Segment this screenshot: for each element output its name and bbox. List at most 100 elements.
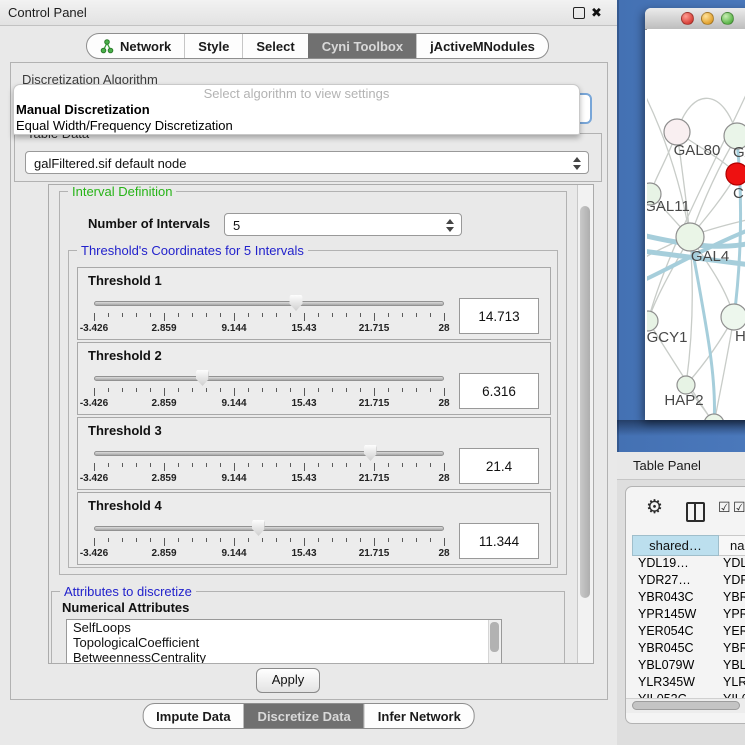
algorithm-dropdown-popup: Select algorithm to view settings Manual… — [13, 84, 580, 135]
slider-track[interactable] — [94, 301, 444, 306]
tab-cyni-toolbox[interactable]: Cyni Toolbox — [308, 34, 416, 58]
threshold-1-panel: Threshold 1 -3.426 2.859 9.144 15.43 21.… — [77, 267, 551, 340]
node-label: GAL80 — [674, 142, 721, 159]
interval-definition-title: Interval Definition — [68, 184, 176, 199]
list-item[interactable]: BetweennessCentrality — [67, 650, 501, 664]
checkbox-checked-icon[interactable]: ☑ — [718, 500, 731, 516]
table-data-group: Table Data galFiltered.sif default node — [14, 133, 602, 182]
list-item[interactable]: TopologicalCoefficient — [67, 635, 501, 650]
slider-track[interactable] — [94, 451, 444, 456]
tab-impute-data[interactable]: Impute Data — [143, 704, 243, 728]
table-panel: ⚙ ☑ ☑ shared… na YDL19…YDL1 YDR27…YDR2 Y… — [625, 486, 745, 724]
attributes-group-title: Attributes to discretize — [60, 584, 196, 599]
list-scrollbar[interactable] — [488, 620, 501, 664]
node-h[interactable] — [721, 304, 745, 330]
slider-track[interactable] — [94, 526, 444, 531]
table-horizontal-scrollbar[interactable] — [626, 698, 745, 713]
tab-network-label: Network — [120, 39, 171, 54]
threshold-2-slider[interactable]: -3.426 2.859 9.144 15.43 21.715 28 — [94, 369, 444, 413]
column-header-name[interactable]: na — [719, 535, 745, 556]
thresholds-group-title: Threshold's Coordinates for 5 Intervals — [77, 243, 308, 258]
float-panel-icon[interactable] — [573, 7, 585, 19]
tab-style[interactable]: Style — [184, 34, 242, 58]
tab-jactivemnodules[interactable]: jActiveMNodules — [416, 34, 548, 58]
node-label: C — [733, 185, 744, 202]
dropdown-option-equal-width[interactable]: Equal Width/Frequency Discretization — [14, 118, 579, 134]
table-row[interactable]: YBL079WYBL0 — [632, 658, 745, 675]
node-partial[interactable] — [704, 414, 724, 420]
interval-definition-group: Interval Definition Number of Intervals … — [59, 191, 567, 575]
node-label: HAP2 — [664, 392, 703, 409]
minimize-traffic-light-icon[interactable] — [701, 12, 714, 25]
table-row[interactable]: YDR27…YDR2 — [632, 573, 745, 590]
table-row[interactable]: YBR045CYBR0 — [632, 641, 745, 658]
table-row[interactable]: YDL19…YDL1 — [632, 556, 745, 573]
table-row[interactable]: YPR145WYPR1 — [632, 607, 745, 624]
numerical-attributes-label: Numerical Attributes — [62, 600, 189, 615]
network-canvas[interactable]: GAL80 GA C GAL11 GAL4 GCY1 H HAP2 — [647, 29, 745, 420]
panel-title: Control Panel — [8, 0, 87, 25]
threshold-2-label: Threshold 2 — [88, 348, 162, 363]
combo-spinner-icon — [446, 219, 454, 232]
node-table: shared… na YDL19…YDL1 YDR27…YDR2 YBR043C… — [632, 535, 745, 709]
node-gcy1[interactable] — [647, 311, 658, 331]
tab-select[interactable]: Select — [242, 34, 307, 58]
threshold-1-slider[interactable]: -3.426 2.859 9.144 15.43 21.715 28 — [94, 294, 444, 338]
threshold-3-label: Threshold 3 — [88, 423, 162, 438]
node-label: H — [735, 328, 745, 345]
tab-network[interactable]: Network — [87, 34, 184, 58]
node-label: GAL11 — [647, 198, 690, 215]
slider-track[interactable] — [94, 376, 444, 381]
threshold-3-slider[interactable]: -3.426 2.859 9.144 15.43 21.715 28 — [94, 444, 444, 488]
node-label: GCY1 — [647, 329, 687, 346]
close-traffic-light-icon[interactable] — [681, 12, 694, 25]
slider-thumb[interactable] — [252, 520, 265, 536]
node-gal4[interactable] — [676, 223, 704, 251]
tab-infer-network[interactable]: Infer Network — [364, 704, 474, 728]
slider-ticks — [94, 463, 444, 472]
threshold-2-panel: Threshold 2 -3.426 2.859 9.144 15.43 21.… — [77, 342, 551, 415]
numerical-attributes-list: SelfLoops TopologicalCoefficient Between… — [66, 619, 502, 664]
checkbox-checked-icon[interactable]: ☑ — [733, 500, 745, 516]
close-icon[interactable]: ✖ — [591, 3, 602, 22]
threshold-3-panel: Threshold 3 -3.426 2.859 9.144 15.43 21.… — [77, 417, 551, 490]
dropdown-option-manual-discretization[interactable]: Manual Discretization — [14, 102, 579, 118]
table-row[interactable]: YBR043CYBR0 — [632, 590, 745, 607]
slider-thumb[interactable] — [290, 295, 303, 311]
table-panel-section: Table Panel ⚙ ☑ ☑ shared… na YDL19…YDL1 … — [617, 452, 745, 745]
number-of-intervals-combobox[interactable]: 5 — [224, 213, 462, 236]
threshold-4-slider[interactable]: -3.426 2.859 9.144 15.43 21.715 28 — [94, 519, 444, 563]
node-selected-red[interactable] — [726, 163, 745, 185]
column-header-shared-name[interactable]: shared… — [632, 535, 719, 556]
apply-button[interactable]: Apply — [256, 668, 320, 693]
network-window-titlebar[interactable] — [645, 8, 745, 30]
threshold-1-label: Threshold 1 — [88, 273, 162, 288]
slider-ticks — [94, 388, 444, 397]
zoom-traffic-light-icon[interactable] — [721, 12, 734, 25]
list-item[interactable]: SelfLoops — [67, 620, 501, 635]
settings-scrollbar[interactable] — [577, 185, 593, 663]
threshold-4-panel: Threshold 4 -3.426 2.859 9.144 15.43 21.… — [77, 492, 551, 565]
network-view-window: GAL80 GA C GAL11 GAL4 GCY1 H HAP2 — [645, 8, 745, 420]
threshold-1-value-field[interactable]: 14.713 — [459, 298, 539, 334]
table-row[interactable]: YER054CYER0 — [632, 624, 745, 641]
table-data-combobox[interactable]: galFiltered.sif default node — [25, 151, 589, 174]
gear-icon[interactable]: ⚙ — [646, 496, 663, 518]
node-label: GAL4 — [691, 248, 729, 265]
control-panel-titlebar: Control Panel ✖ — [0, 0, 617, 26]
control-panel-tabbar: Network Style Select Cyni Toolbox jActiv… — [86, 33, 549, 59]
slider-thumb[interactable] — [196, 370, 209, 386]
table-header-row: shared… na — [632, 535, 745, 556]
control-panel: Control Panel ✖ Network Style Select Cyn… — [0, 0, 617, 745]
threshold-3-value-field[interactable]: 21.4 — [459, 448, 539, 484]
table-panel-title: Table Panel — [633, 452, 701, 479]
tab-discretize-data[interactable]: Discretize Data — [244, 704, 364, 728]
threshold-4-value-field[interactable]: 11.344 — [459, 523, 539, 559]
table-row[interactable]: YLR345WYLR3 — [632, 675, 745, 692]
slider-thumb[interactable] — [364, 445, 377, 461]
combo-spinner-icon — [573, 157, 581, 170]
threshold-2-value-field[interactable]: 6.316 — [459, 373, 539, 409]
columns-icon[interactable] — [686, 502, 705, 522]
attributes-group: Attributes to discretize Numerical Attri… — [51, 591, 565, 664]
slider-ticks — [94, 313, 444, 322]
